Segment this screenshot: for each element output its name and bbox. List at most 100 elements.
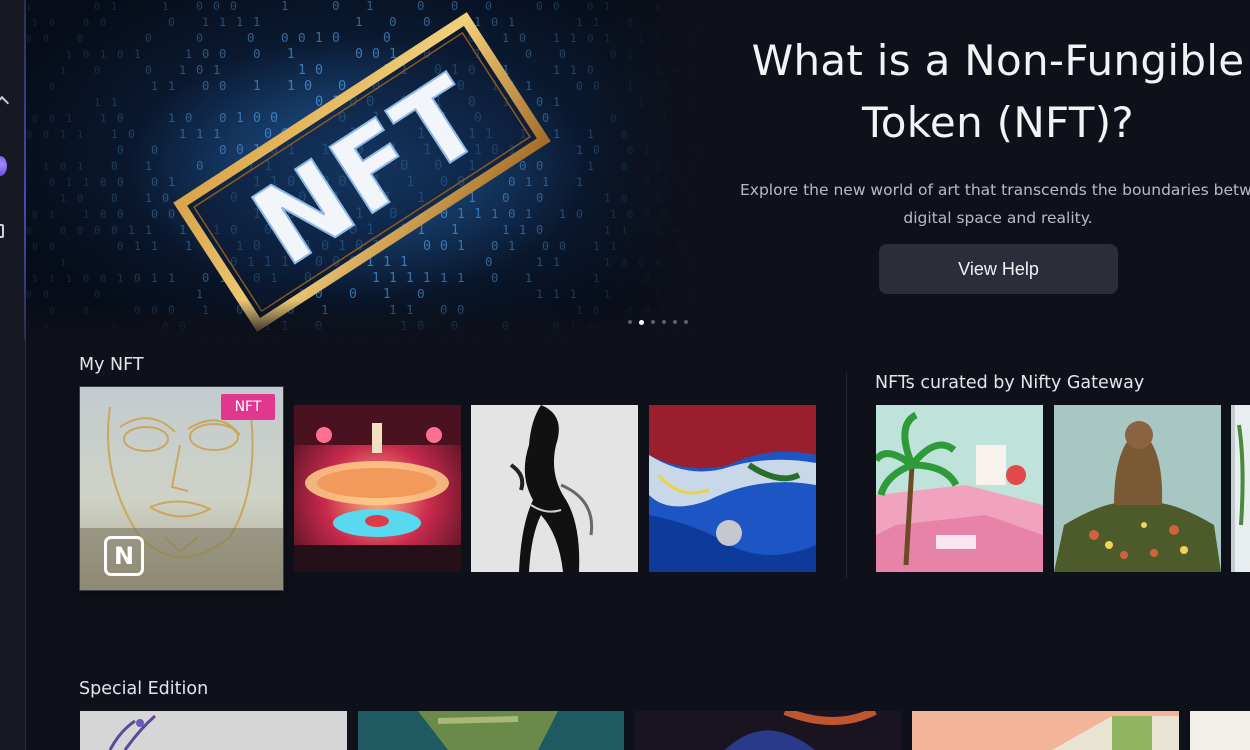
- binary-digit: 1: [162, 0, 169, 13]
- binary-digit: 0: [196, 0, 203, 13]
- binary-digit: 1: [77, 161, 83, 173]
- curated-card-1[interactable]: [876, 405, 1043, 572]
- my-nft-card-selected[interactable]: NFT N: [79, 386, 284, 591]
- binary-digit: 1: [134, 48, 141, 61]
- binary-digit: 0: [111, 192, 118, 205]
- my-nft-card-4[interactable]: [649, 405, 816, 572]
- special-card-1[interactable]: [80, 711, 347, 750]
- carousel-dot[interactable]: [684, 320, 688, 324]
- hero-title-line-2: Token (NFT)?: [861, 98, 1134, 147]
- binary-digit: 0: [49, 18, 55, 29]
- binary-digit: 0: [117, 240, 124, 253]
- binary-digit: 0: [281, 30, 289, 45]
- binary-digit: 1: [32, 274, 38, 285]
- binary-digit: 0: [417, 0, 424, 13]
- nft-badge: NFT: [221, 394, 275, 420]
- binary-digit: 1: [196, 287, 203, 301]
- carousel-dot[interactable]: [651, 320, 655, 324]
- special-card-3[interactable]: [635, 711, 901, 750]
- nft-artwork-abstract-painting: [649, 405, 816, 572]
- hero-text-block: What is a Non-Fungible Token (NFT)? Expl…: [740, 30, 1250, 232]
- binary-digit: 1: [366, 0, 374, 13]
- binary-digit: 1: [49, 274, 55, 285]
- section-divider: [846, 372, 847, 578]
- binary-digit: 0: [111, 224, 118, 237]
- binary-digit: 0: [117, 48, 124, 61]
- binary-digit: 1: [66, 113, 72, 125]
- binary-digit: 0: [32, 114, 38, 125]
- special-card-4[interactable]: [912, 711, 1179, 750]
- special-card-2[interactable]: [358, 711, 624, 750]
- binary-digit: 1: [151, 239, 158, 253]
- my-nft-card-3[interactable]: [471, 405, 638, 572]
- binary-digit: 0: [26, 226, 32, 237]
- binary-digit: 0: [423, 14, 431, 29]
- binary-digit: 1: [236, 15, 243, 29]
- binary-digit: 0: [332, 0, 340, 13]
- curated-card-2[interactable]: [1054, 405, 1221, 572]
- binary-digit: 0: [32, 242, 38, 253]
- hero-banner-image[interactable]: 1011000101000000101000011111000101110100…: [26, 0, 702, 340]
- binary-digit: 0: [49, 242, 55, 253]
- binary-digit: 1: [83, 208, 89, 221]
- binary-digit: 1: [553, 32, 560, 45]
- binary-digit: 1: [66, 50, 72, 61]
- special-edition-title: Special Edition: [79, 679, 209, 699]
- special-artwork-1: [80, 711, 347, 750]
- binary-digit: 0: [94, 2, 100, 13]
- chevron-up-icon[interactable]: [0, 95, 10, 111]
- binary-digit: 1: [77, 129, 83, 141]
- carousel-dot[interactable]: [628, 320, 632, 324]
- binary-digit: 0: [100, 273, 106, 285]
- binary-digit: 0: [145, 32, 152, 45]
- binary-digit: 1: [66, 177, 72, 189]
- binary-digit: 0: [26, 130, 32, 141]
- binary-digit: 0: [100, 17, 106, 29]
- my-nft-card-2[interactable]: [294, 405, 461, 572]
- binary-digit: 1: [151, 272, 158, 285]
- binary-digit: 0: [213, 0, 220, 13]
- binary-digit: 1: [179, 63, 186, 77]
- binary-digit: 1: [570, 32, 577, 45]
- binary-digit: 1: [32, 18, 38, 29]
- binary-digit: 1: [111, 128, 118, 141]
- binary-digit: 1: [117, 272, 124, 285]
- binary-digit: 1: [60, 129, 66, 141]
- window-icon[interactable]: [0, 224, 4, 238]
- binary-digit: 0: [485, 0, 492, 13]
- hero-fade-right: [582, 0, 702, 340]
- special-artwork-5: [1190, 711, 1250, 750]
- binary-digit: 0: [134, 272, 141, 285]
- carousel-dot[interactable]: [639, 319, 644, 325]
- binary-digit: 0: [94, 65, 100, 77]
- special-card-5-partial[interactable]: [1190, 711, 1250, 750]
- binary-digit: 0: [60, 161, 66, 173]
- curated-card-3-partial[interactable]: [1231, 405, 1250, 572]
- binary-digit: 0: [536, 0, 543, 13]
- binary-digit: 0: [77, 193, 83, 205]
- binary-digit: 1: [111, 1, 117, 13]
- binary-digit: 0: [196, 31, 203, 45]
- carousel-dot[interactable]: [673, 320, 677, 324]
- profile-icon[interactable]: [0, 156, 7, 176]
- binary-digit: 0: [247, 31, 254, 45]
- binary-digit: 1: [281, 0, 288, 13]
- binary-digit: 1: [60, 258, 66, 269]
- carousel-dot[interactable]: [662, 320, 666, 324]
- binary-digit: 1: [253, 15, 260, 29]
- nft-artwork-palm-room: [876, 405, 1043, 572]
- hero-description-line-2: digital space and reality.: [903, 209, 1093, 227]
- special-artwork-4: [912, 711, 1179, 750]
- binary-digit: 0: [111, 160, 118, 173]
- binary-digit: 1: [168, 271, 175, 285]
- view-help-button[interactable]: View Help: [879, 244, 1118, 294]
- binary-digit: 1: [570, 64, 577, 77]
- binary-digit: 1: [43, 162, 49, 173]
- binary-digit: 1: [134, 240, 141, 253]
- binary-digit: 0: [77, 34, 83, 45]
- binary-digit: 1: [536, 287, 543, 301]
- binary-digit: 0: [117, 176, 124, 189]
- binary-digit: 1: [60, 66, 66, 77]
- binary-digit: 1: [60, 193, 66, 205]
- hero-title-line-1: What is a Non-Fungible: [751, 36, 1245, 85]
